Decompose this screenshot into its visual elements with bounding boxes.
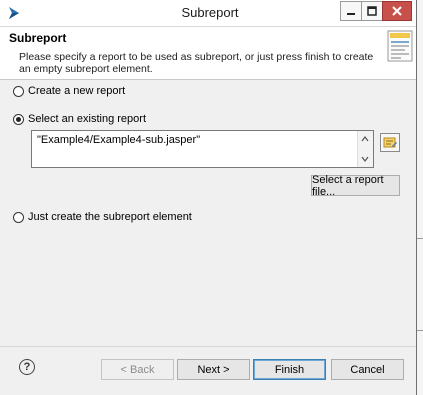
close-button[interactable]: [382, 1, 412, 21]
select-report-file-button[interactable]: Select a report file...: [311, 174, 400, 198]
radio-label: Just create the subreport element: [28, 211, 192, 223]
eclipse-icon: [9, 7, 19, 19]
radio-label: Create a new report: [28, 85, 126, 97]
subreport-dialog: Subreport Subreport Please specify a rep…: [0, 0, 417, 395]
page-title: Subreport: [9, 31, 67, 45]
expression-editor-icon: [383, 137, 397, 148]
background-divider: [417, 330, 423, 331]
maximize-icon: [367, 6, 377, 16]
cancel-button[interactable]: Cancel: [331, 359, 404, 380]
minimize-button[interactable]: [340, 1, 362, 21]
footer-divider: [0, 346, 416, 347]
background-divider: [417, 238, 423, 239]
chevron-up-icon: [361, 136, 369, 142]
page-description: Please specify a report to be used as su…: [19, 51, 374, 75]
radio-button-selected[interactable]: [13, 113, 24, 125]
wizard-banner-icon: [387, 30, 413, 62]
radio-button[interactable]: [13, 85, 24, 97]
scroll-up-button[interactable]: [358, 132, 372, 146]
minimize-icon: [347, 13, 355, 15]
next-button[interactable]: Next >: [177, 359, 250, 380]
radio-just-create-subreport[interactable]: Just create the subreport element: [13, 211, 192, 223]
radio-label: Select an existing report: [28, 113, 147, 125]
background-window-edge: [417, 0, 423, 395]
wizard-header: Subreport Please specify a report to be …: [0, 27, 416, 80]
vertical-scrollbar[interactable]: [357, 131, 373, 167]
report-expression-field[interactable]: "Example4/Example4-sub.jasper": [31, 130, 374, 168]
back-button[interactable]: < Back: [101, 359, 174, 380]
window-title: Subreport: [181, 5, 239, 20]
maximize-button[interactable]: [361, 1, 383, 21]
report-expression-text[interactable]: "Example4/Example4-sub.jasper": [37, 134, 200, 146]
radio-create-new-report[interactable]: Create a new report: [13, 85, 125, 97]
help-icon[interactable]: ?: [19, 359, 35, 375]
close-icon: [392, 6, 402, 16]
radio-select-existing-report[interactable]: Select an existing report: [13, 113, 146, 125]
chevron-down-icon: [361, 156, 369, 162]
radio-button[interactable]: [13, 211, 24, 223]
expression-editor-button[interactable]: [380, 133, 400, 152]
title-bar[interactable]: Subreport: [0, 0, 416, 27]
scroll-down-button[interactable]: [358, 152, 372, 166]
finish-button[interactable]: Finish: [253, 359, 326, 380]
